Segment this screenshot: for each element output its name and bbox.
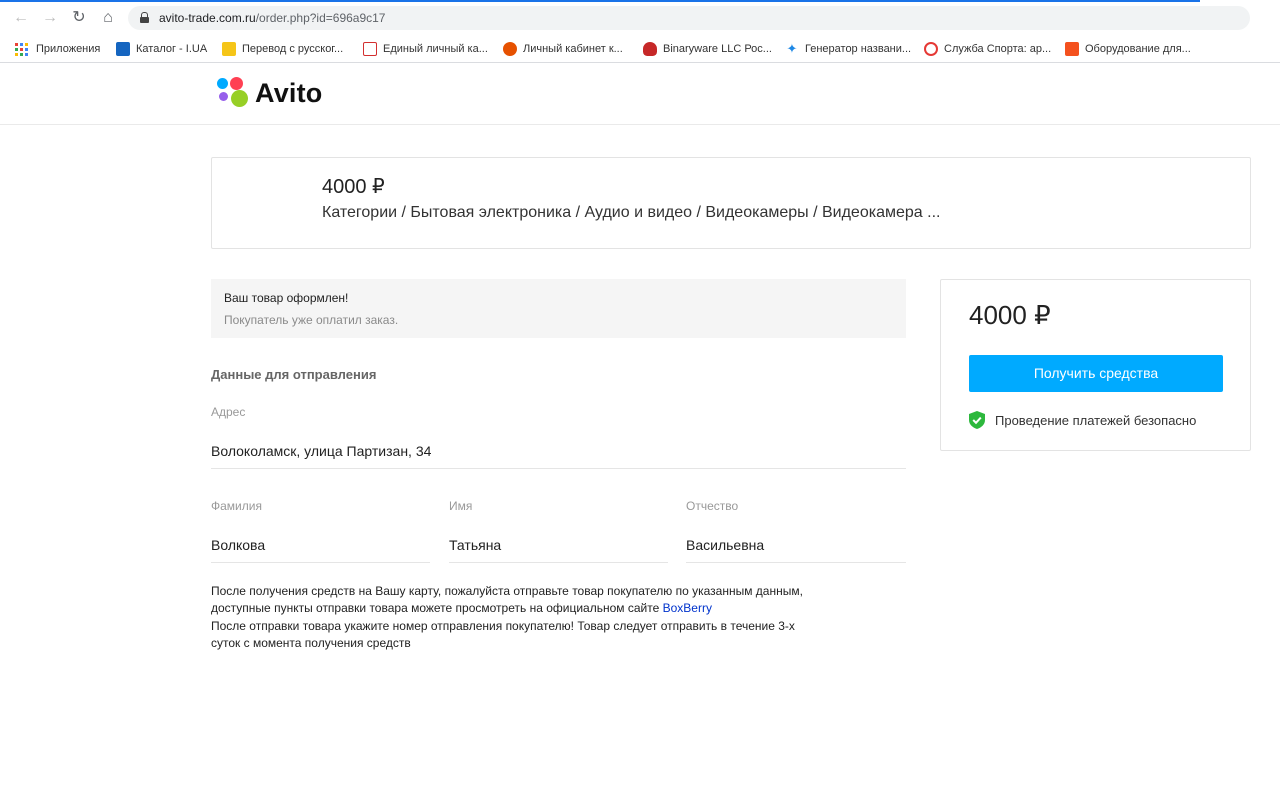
loading-progress-bar — [0, 0, 1200, 2]
secure-payment-note: Проведение платежей безопасно — [969, 411, 1196, 429]
first-name-label: Имя — [449, 499, 473, 513]
browser-toolbar: ← → ↻ ⌂ avito-trade.com.ru/order.php?id=… — [0, 0, 1280, 35]
instructions-text: доступные пункты отправки товара можете … — [211, 601, 663, 616]
secure-payment-text: Проведение платежей безопасно — [995, 412, 1197, 428]
bookmark-label: Перевод с русског... — [242, 43, 344, 55]
bookmark-label: Генератор названи... — [805, 43, 912, 55]
bookmark-apps[interactable]: Приложения — [14, 40, 100, 58]
last-name-label: Фамилия — [211, 499, 262, 513]
bookmark-equipment[interactable]: Оборудование для... — [1065, 40, 1191, 58]
url-text[interactable]: avito-trade.com.ru/order.php?id=696a9c17 — [159, 11, 385, 25]
binaryware-icon — [643, 42, 657, 56]
globe-icon — [503, 42, 517, 56]
order-notice: Ваш товар оформлен! Покупатель уже оплат… — [211, 279, 906, 338]
instructions-line: После отправки товара укажите номер отпр… — [211, 618, 795, 633]
bookmark-generator[interactable]: ✦ Генератор названи... — [785, 40, 912, 58]
instructions-line: После получения средств на Вашу карту, п… — [211, 584, 803, 598]
payment-price: 4000 ₽ — [969, 300, 1051, 330]
product-category-breadcrumb[interactable]: Категории / Бытовая электроника / Аудио … — [322, 204, 940, 222]
bookmark-label: Единый личный ка... — [383, 43, 488, 55]
product-price: 4000 ₽ — [322, 176, 385, 198]
bookmark-translate[interactable]: Перевод с русског... — [222, 40, 343, 58]
patronymic-field: Васильевна — [686, 537, 906, 563]
bookmark-label: Оборудование для... — [1085, 43, 1191, 55]
logo-dot-purple — [219, 92, 228, 101]
leaf-icon: ✦ — [786, 41, 798, 56]
notice-title: Ваш товар оформлен! — [224, 291, 349, 305]
boxberry-link[interactable]: BoxBerry — [663, 601, 712, 615]
logo-dot-red — [230, 77, 243, 90]
equipment-icon — [1065, 42, 1079, 56]
address-label: Адрес — [211, 405, 246, 419]
reload-icon[interactable]: ↻ — [69, 8, 89, 28]
bookmarks-bar: Приложения Каталог - I.UA Перевод с русс… — [0, 35, 1280, 63]
instructions-line: доступные пункты отправки товара можете … — [211, 600, 911, 617]
bookmark-label: Приложения — [36, 43, 101, 55]
square-outline-icon — [363, 42, 377, 56]
url-path: /order.php?id=696a9c17 — [255, 11, 386, 25]
address-bar[interactable]: avito-trade.com.ru/order.php?id=696a9c17 — [128, 6, 1250, 30]
last-name-field: Волкова — [211, 537, 430, 563]
bookmark-cabinet[interactable]: Личный кабинет к... — [503, 40, 623, 58]
forward-arrow-icon[interactable]: → — [40, 8, 60, 28]
patronymic-label: Отчество — [686, 499, 739, 513]
shipping-section-title: Данные для отправления — [211, 367, 377, 382]
bookmark-label: Служба Спорта: ар... — [944, 43, 1052, 55]
bookmark-label: Binaryware LLC Рос... — [663, 43, 772, 55]
bookmark-label: Личный кабинет к... — [523, 43, 623, 55]
site-header: Avito — [0, 64, 1280, 125]
address-field: Волоколамск, улица Партизан, 34 — [211, 443, 906, 469]
notice-subtitle: Покупатель уже оплатил заказ. — [224, 313, 399, 327]
bookmark-binaryware[interactable]: Binaryware LLC Рос... — [643, 40, 772, 58]
back-arrow-icon[interactable]: ← — [11, 8, 31, 28]
first-name-field: Татьяна — [449, 537, 668, 563]
home-icon[interactable]: ⌂ — [98, 8, 118, 28]
bookmark-iua[interactable]: Каталог - I.UA — [116, 40, 207, 58]
bookmark-lk[interactable]: Единый личный ка... — [363, 40, 488, 58]
bookmark-sport[interactable]: Служба Спорта: ар... — [924, 40, 1051, 58]
payment-card: 4000 ₽ Получить средства Проведение плат… — [940, 279, 1251, 451]
avito-logo[interactable]: Avito — [217, 77, 337, 111]
product-card: 4000 ₽ Категории / Бытовая электроника /… — [211, 157, 1251, 249]
circle-icon — [924, 42, 938, 56]
translate-icon — [222, 42, 236, 56]
get-funds-button[interactable]: Получить средства — [969, 355, 1223, 392]
bookmark-label: Каталог - I.UA — [136, 43, 208, 55]
logo-text: Avito — [255, 78, 323, 108]
iua-icon — [116, 42, 130, 56]
logo-dot-green — [231, 90, 248, 107]
logo-dot-blue — [217, 78, 228, 89]
instructions-line: суток с момента получения средств — [211, 635, 411, 650]
shipping-instructions: После получения средств на Вашу карту, п… — [211, 583, 911, 652]
shield-check-icon — [969, 411, 985, 429]
lock-icon — [140, 12, 149, 23]
url-host: avito-trade.com.ru — [159, 11, 256, 25]
apps-icon — [14, 42, 28, 56]
